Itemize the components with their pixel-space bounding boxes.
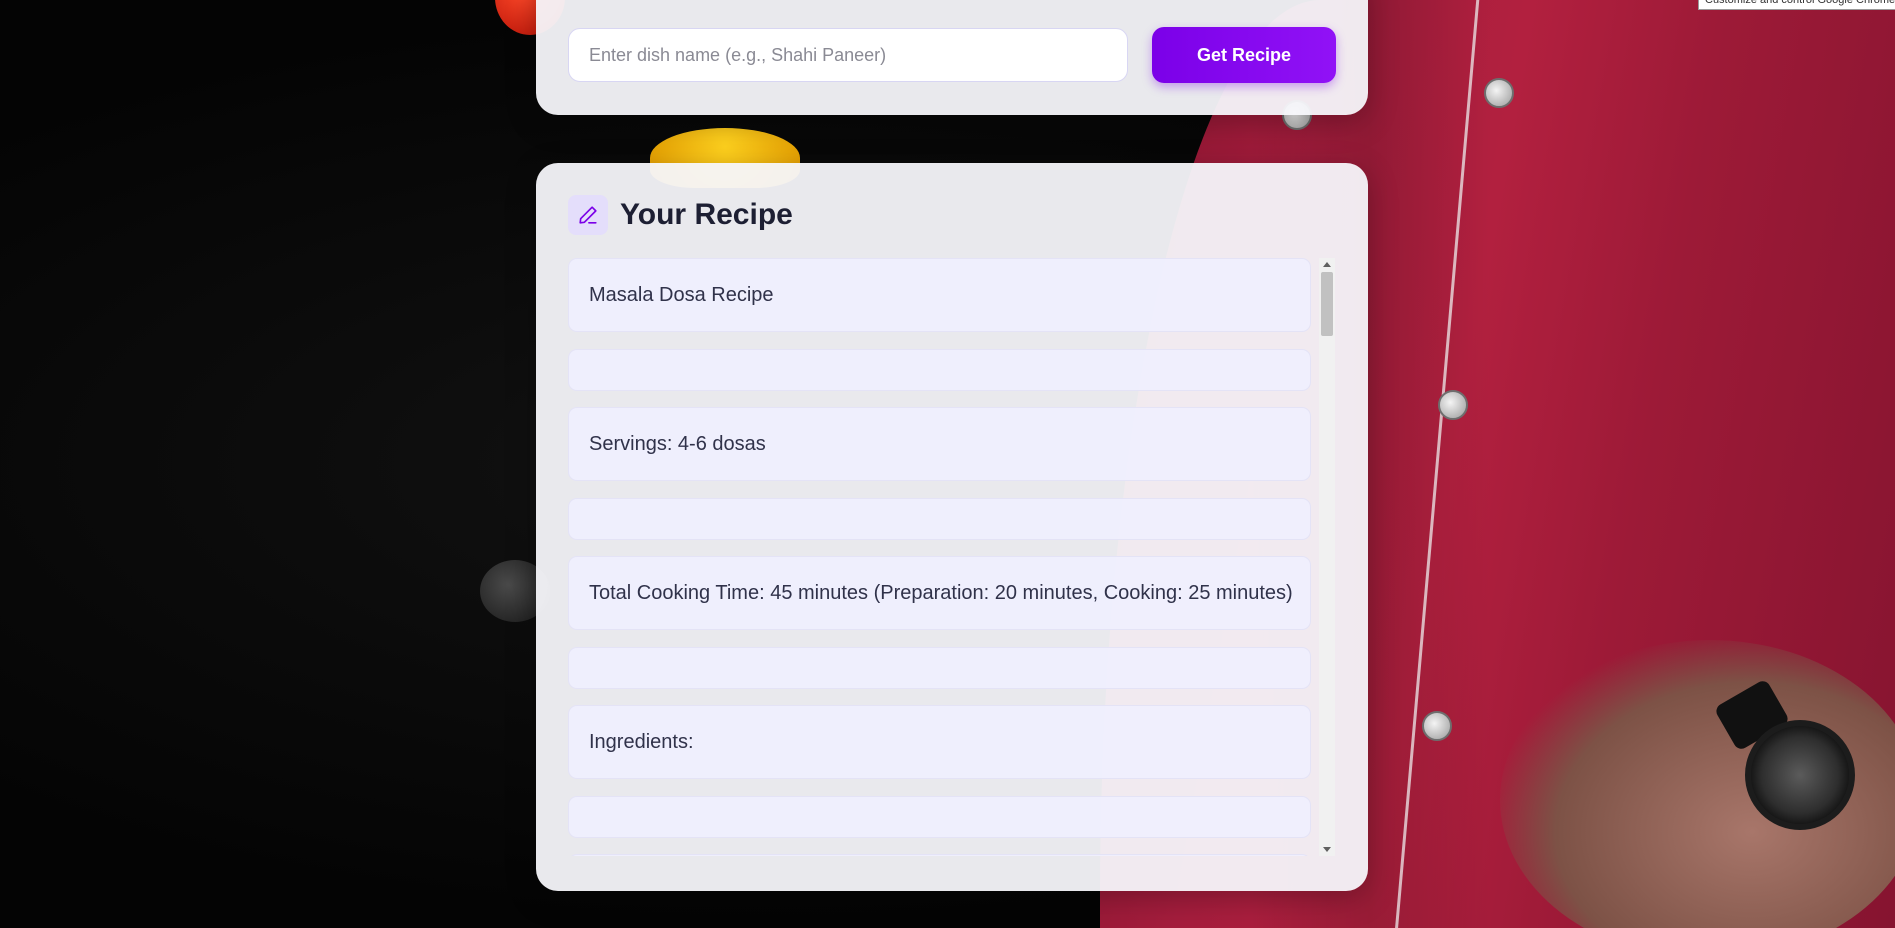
recipe-line: Servings: 4-6 dosas — [568, 407, 1311, 481]
recipe-header: Your Recipe — [568, 195, 793, 235]
chef-shirt-button — [1484, 78, 1514, 108]
scroll-up-icon[interactable] — [1323, 262, 1331, 267]
recipe-line — [568, 647, 1311, 689]
dish-name-input[interactable] — [568, 28, 1128, 82]
recipe-content[interactable]: Masala Dosa Recipe Servings: 4-6 dosas T… — [568, 258, 1313, 856]
recipe-scrollbar[interactable] — [1319, 258, 1335, 856]
recipe-line: Total Cooking Time: 45 minutes (Preparat… — [568, 556, 1311, 630]
recipe-line — [568, 498, 1311, 540]
browser-tooltip: Customize and control Google Chrome — [1698, 0, 1895, 10]
scroll-down-icon[interactable] — [1323, 847, 1331, 852]
chef-shirt-button — [1422, 711, 1452, 741]
recipe-line — [568, 854, 1311, 856]
recipe-line: Masala Dosa Recipe — [568, 258, 1311, 332]
recipe-line — [568, 349, 1311, 391]
pencil-icon — [568, 195, 608, 235]
wristwatch — [1745, 720, 1855, 830]
recipe-title: Your Recipe — [620, 198, 793, 231]
recipe-line — [568, 796, 1311, 838]
search-card: Get Recipe — [536, 0, 1368, 115]
get-recipe-button[interactable]: Get Recipe — [1152, 27, 1336, 83]
recipe-line: Ingredients: — [568, 705, 1311, 779]
chef-shirt-button — [1438, 390, 1468, 420]
recipe-card: Your Recipe Masala Dosa Recipe Servings:… — [536, 163, 1368, 891]
scroll-thumb[interactable] — [1321, 272, 1333, 336]
